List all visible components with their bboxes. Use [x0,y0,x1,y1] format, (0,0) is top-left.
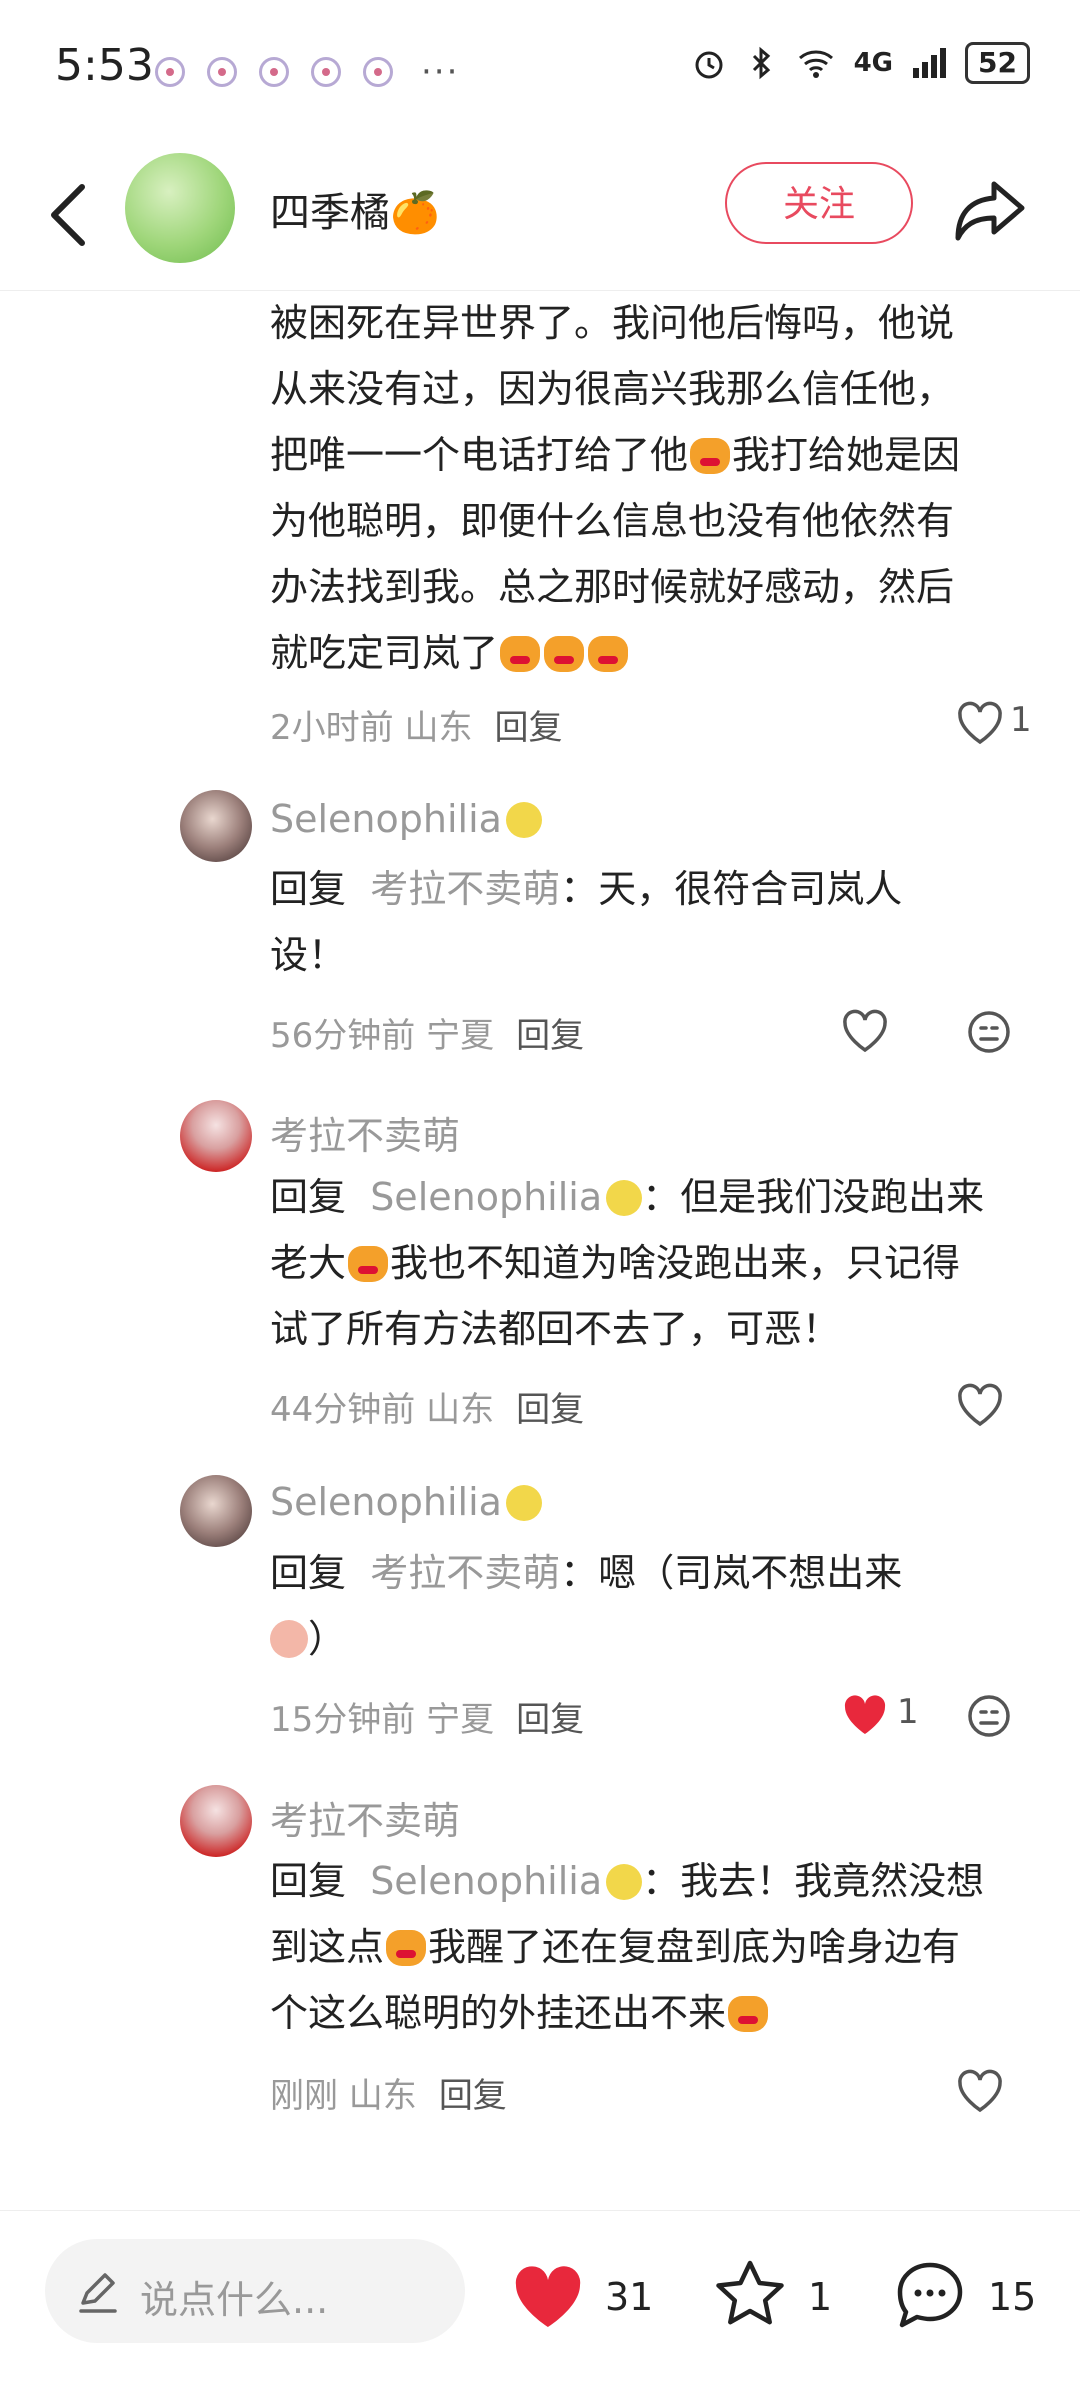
heart-outline-icon[interactable] [955,1380,1005,1430]
crying-cat-emoji-icon [544,636,585,672]
post-comment-count: 15 [988,2275,1037,2319]
app-notification-icon [259,57,289,87]
comment-line: 为他聪明，即便什么信息也没有他依然有 [270,499,955,543]
bottom-action-bar: 说点什么... 31 1 15 [0,2210,1080,2389]
reply-button[interactable]: 回复 [516,1016,584,1056]
pencil-icon [79,2273,117,2313]
emoji-reaction-icon[interactable] [965,1692,1013,1740]
notification-icons: ··· [155,52,459,92]
app-notification-icon [363,57,393,87]
reply-text: 回复 Selenophilia ：但是我们没跑出来 老大 我也不知道为啥没跑出来，只… [270,1175,985,1351]
crying-cat-emoji-icon [500,636,541,672]
comment-line: 就吃定司岚了 [270,620,1030,686]
author-avatar[interactable] [125,153,235,263]
heart-outline-icon[interactable] [955,698,1005,748]
comment-line: 办法找到我。总之那时候就好感动，然后 [270,565,955,609]
comment-input-placeholder: 说点什么... [140,2278,329,2322]
comment-bubble-icon[interactable] [892,2257,968,2333]
follow-button[interactable]: 关注 [725,162,913,244]
emoji-reaction-icon[interactable] [965,1008,1013,1056]
reply-button[interactable]: 回复 [516,1700,584,1740]
back-arrow-icon[interactable] [40,175,100,255]
signal-icon [913,48,947,78]
reply-meta: 15分钟前 宁夏 回复 [270,1700,585,1740]
reply-text: 回复 考拉不卖萌：天，很符合司岚人 设！ [270,867,903,977]
like-count: 1 [1010,700,1032,740]
status-bar: 5:53 ··· 4G 52 [0,0,1080,135]
like-count: 1 [897,1692,919,1732]
comment-input[interactable]: 说点什么... [45,2239,465,2343]
author-name[interactable]: 四季橘🍊 [270,180,440,238]
reply-button[interactable]: 回复 [516,1390,584,1430]
heart-filled-icon[interactable] [840,1690,890,1740]
comment-line: 被困死在异世界了。我问他后悔吗，他说 [270,301,955,345]
moon-emoji-icon [505,1485,542,1521]
moon-emoji-icon [606,1180,643,1216]
reply-author-name[interactable]: 考拉不卖萌 [270,1105,460,1160]
moon-emoji-icon [606,1864,643,1900]
comment-line: 把唯一一个电话打给了他 我打给她是因 [270,433,961,477]
share-icon[interactable] [950,170,1030,250]
system-icons: 4G 52 [692,42,1030,84]
wifi-icon [798,50,833,78]
top-nav-bar: 四季橘🍊 关注 [0,135,1080,291]
post-like-count: 31 [605,2275,654,2319]
reply-meta: 56分钟前 宁夏 回复 [270,1016,585,1056]
avatar[interactable] [180,1785,252,1857]
heart-filled-icon[interactable] [510,2259,586,2335]
bluetooth-icon [752,46,770,80]
reply-text: 回复 考拉不卖萌：嗯（司岚不想出来 ） [270,1551,903,1661]
reply-meta: 刚刚 山东 回复 [270,2076,507,2116]
reply-meta: 44分钟前 山东 回复 [270,1390,585,1430]
star-icon[interactable] [712,2257,788,2333]
reply-author-name[interactable]: Selenophilia [270,1480,542,1524]
comment-text: 被困死在异世界了。我问他后悔吗，他说 从来没有过，因为很高兴我那么信任他， 把唯… [270,290,1030,686]
network-type: 4G [853,48,894,78]
reply-author-name[interactable]: 考拉不卖萌 [270,1790,460,1845]
crying-cat-emoji-icon [690,438,731,474]
heart-outline-icon[interactable] [955,2066,1005,2116]
avatar[interactable] [180,1100,252,1172]
app-notification-icon [311,57,341,87]
avatar[interactable] [180,790,252,862]
crying-cat-emoji-icon [386,1930,427,1966]
more-notifications-icon: ··· [421,52,460,92]
avatar[interactable] [180,1475,252,1547]
app-notification-icon [207,57,237,87]
post-star-count: 1 [808,2275,833,2319]
crying-cat-emoji-icon [588,636,629,672]
reply-button[interactable]: 回复 [439,2076,507,2116]
app-notification-icon [155,57,185,87]
moon-emoji-icon [505,802,542,838]
heart-outline-icon[interactable] [840,1006,890,1056]
crying-cat-emoji-icon [728,1996,769,2032]
status-time: 5:53 [55,40,154,91]
reply-text: 回复 Selenophilia ：我去！我竟然没想 到这点 我醒了还在复盘到底为啥身… [270,1859,985,2035]
comment-meta: 2小时前 山东 回复 [270,708,563,748]
reply-author-name[interactable]: Selenophilia [270,797,542,841]
battery-indicator: 52 [965,42,1030,84]
peach-emoji-icon [270,1620,308,1658]
alarm-icon [695,51,723,79]
comment-line: 从来没有过，因为很高兴我那么信任他， [270,367,955,411]
crying-cat-emoji-icon [348,1246,389,1282]
reply-button[interactable]: 回复 [494,708,562,748]
